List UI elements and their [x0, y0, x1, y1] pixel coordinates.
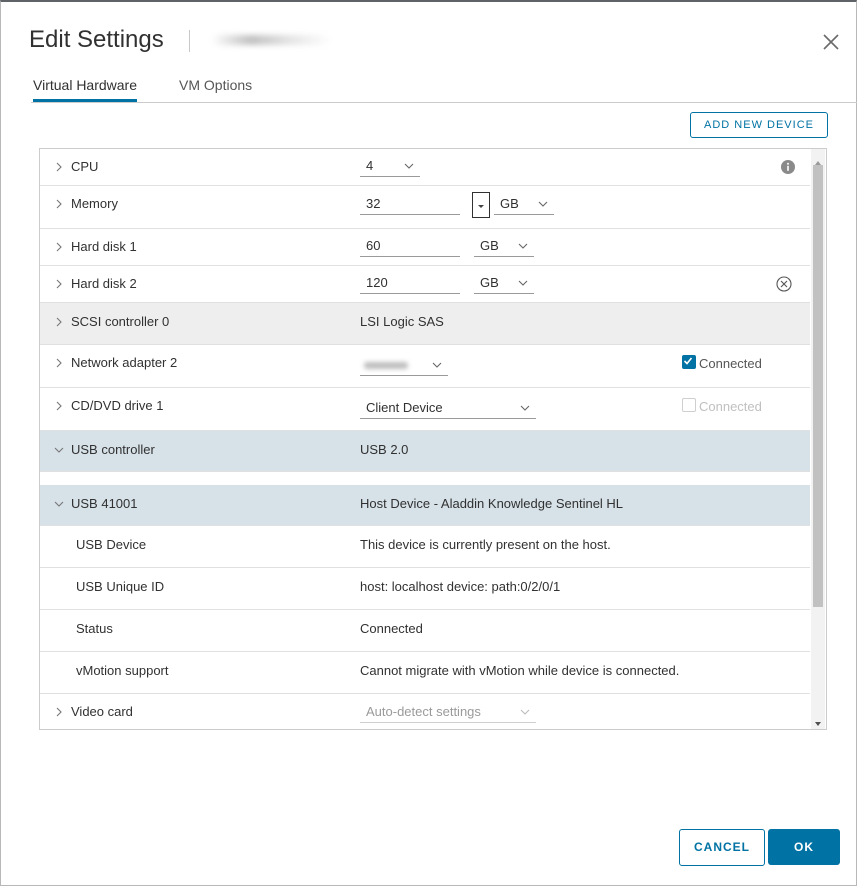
row-value: Host Device - Aladdin Knowledge Sentinel…: [360, 496, 624, 511]
row-memory: Memory 32 GB: [40, 186, 810, 229]
row-usb-device-presence: USB Device This device is currently pres…: [40, 526, 810, 568]
memory-dropdown-toggle[interactable]: [472, 192, 490, 218]
row-label: USB controller: [71, 442, 155, 457]
row-label: CD/DVD drive 1: [71, 398, 164, 413]
row-value: Connected: [360, 621, 423, 636]
cd-dvd-connected-label: Connected: [699, 399, 762, 414]
chevron-right-icon[interactable]: [54, 199, 64, 209]
hardware-grid: CPU 4 Memory 32 GB Hard disk 1 60 GB Har…: [39, 148, 827, 730]
remove-device-icon[interactable]: [776, 276, 792, 297]
row-cd-dvd-drive: CD/DVD drive 1 Client Device Connected: [40, 388, 810, 431]
blurred-network-name: [364, 362, 408, 369]
video-card-settings-select[interactable]: Auto-detect settings: [360, 702, 536, 723]
scroll-down-icon[interactable]: [814, 715, 822, 726]
memory-unit-select[interactable]: GB: [494, 194, 554, 215]
hard-disk-1-unit-select[interactable]: GB: [474, 236, 534, 257]
row-label: Hard disk 1: [71, 239, 137, 254]
row-usb-controller: USB controller USB 2.0: [40, 431, 810, 472]
chevron-down-icon: [518, 239, 528, 254]
row-network-adapter: Network adapter 2 Connected: [40, 345, 810, 388]
network-connected-label: Connected: [699, 356, 762, 371]
row-usb-status: Status Connected: [40, 610, 810, 652]
memory-size-input[interactable]: 32: [360, 194, 460, 215]
row-hard-disk-1: Hard disk 1 60 GB: [40, 229, 810, 266]
chevron-down-icon: [518, 276, 528, 291]
grid-scrollbar[interactable]: [811, 149, 825, 729]
row-value: This device is currently present on the …: [360, 537, 611, 552]
network-select[interactable]: [360, 355, 448, 376]
row-label: vMotion support: [76, 663, 169, 678]
scroll-up-icon[interactable]: [814, 154, 822, 165]
chevron-right-icon[interactable]: [54, 358, 64, 368]
scrollbar-thumb[interactable]: [813, 165, 823, 607]
chevron-down-icon: [432, 358, 442, 373]
row-usb-vmotion: vMotion support Cannot migrate with vMot…: [40, 652, 810, 694]
row-cpu: CPU 4: [40, 149, 810, 186]
edit-settings-dialog: Edit Settings Virtual Hardware VM Option…: [0, 0, 857, 886]
chevron-down-icon: [404, 159, 414, 174]
tab-vm-options[interactable]: VM Options: [179, 77, 252, 99]
row-label: USB 41001: [71, 496, 138, 511]
title-separator: [189, 30, 190, 52]
chevron-down-icon: [520, 705, 530, 720]
chevron-right-icon[interactable]: [54, 242, 64, 252]
row-usb-unique-id: USB Unique ID host: localhost device: pa…: [40, 568, 810, 610]
tab-virtual-hardware[interactable]: Virtual Hardware: [33, 77, 138, 102]
close-icon[interactable]: [820, 31, 842, 53]
row-label: Hard disk 2: [71, 276, 137, 291]
hard-disk-2-unit-select[interactable]: GB: [474, 273, 534, 294]
hard-disk-2-size-input[interactable]: 120: [360, 273, 460, 294]
chevron-down-icon: [538, 197, 548, 212]
chevron-down-icon[interactable]: [54, 445, 64, 455]
row-label: Video card: [71, 704, 133, 719]
row-scsi-controller: SCSI controller 0 LSI Logic SAS: [40, 303, 810, 345]
chevron-right-icon[interactable]: [54, 279, 64, 289]
row-label: USB Unique ID: [76, 579, 165, 594]
chevron-right-icon[interactable]: [54, 707, 64, 717]
cpu-count-select[interactable]: 4: [360, 156, 420, 177]
cd-dvd-connected-checkbox[interactable]: [682, 398, 696, 412]
add-new-device-button[interactable]: ADD NEW DEVICE: [690, 112, 828, 138]
tab-bar: Virtual Hardware VM Options: [31, 68, 857, 103]
cancel-button[interactable]: CANCEL: [679, 829, 765, 866]
chevron-right-icon[interactable]: [54, 162, 64, 172]
row-value: Cannot migrate with vMotion while device…: [360, 663, 680, 678]
cd-dvd-media-select[interactable]: Client Device: [360, 398, 536, 419]
row-value: host: localhost device: path:0/2/0/1: [360, 579, 561, 594]
row-video-card: Video card Auto-detect settings: [40, 694, 810, 729]
row-label: Memory: [71, 196, 118, 211]
blurred-vm-name: [211, 35, 331, 45]
ok-button[interactable]: OK: [768, 829, 840, 865]
row-label: Status: [76, 621, 113, 636]
row-label: Network adapter 2: [71, 355, 178, 370]
row-label: CPU: [71, 159, 99, 174]
chevron-down-icon[interactable]: [54, 499, 64, 509]
chevron-down-icon: [520, 401, 530, 416]
row-label: SCSI controller 0: [71, 314, 170, 329]
row-usb-device: USB 41001 Host Device - Aladdin Knowledg…: [40, 485, 810, 526]
chevron-right-icon[interactable]: [54, 317, 64, 327]
network-connected-checkbox[interactable]: [682, 355, 696, 369]
usb-controller-details: [40, 472, 810, 484]
chevron-right-icon[interactable]: [54, 401, 64, 411]
dialog-title: Edit Settings: [29, 26, 164, 53]
row-value: LSI Logic SAS: [360, 314, 444, 329]
hard-disk-1-size-input[interactable]: 60: [360, 236, 460, 257]
row-hard-disk-2: Hard disk 2 120 GB: [40, 266, 810, 303]
info-icon[interactable]: [781, 160, 795, 179]
row-label: USB Device: [76, 537, 147, 552]
row-value: USB 2.0: [360, 442, 409, 457]
